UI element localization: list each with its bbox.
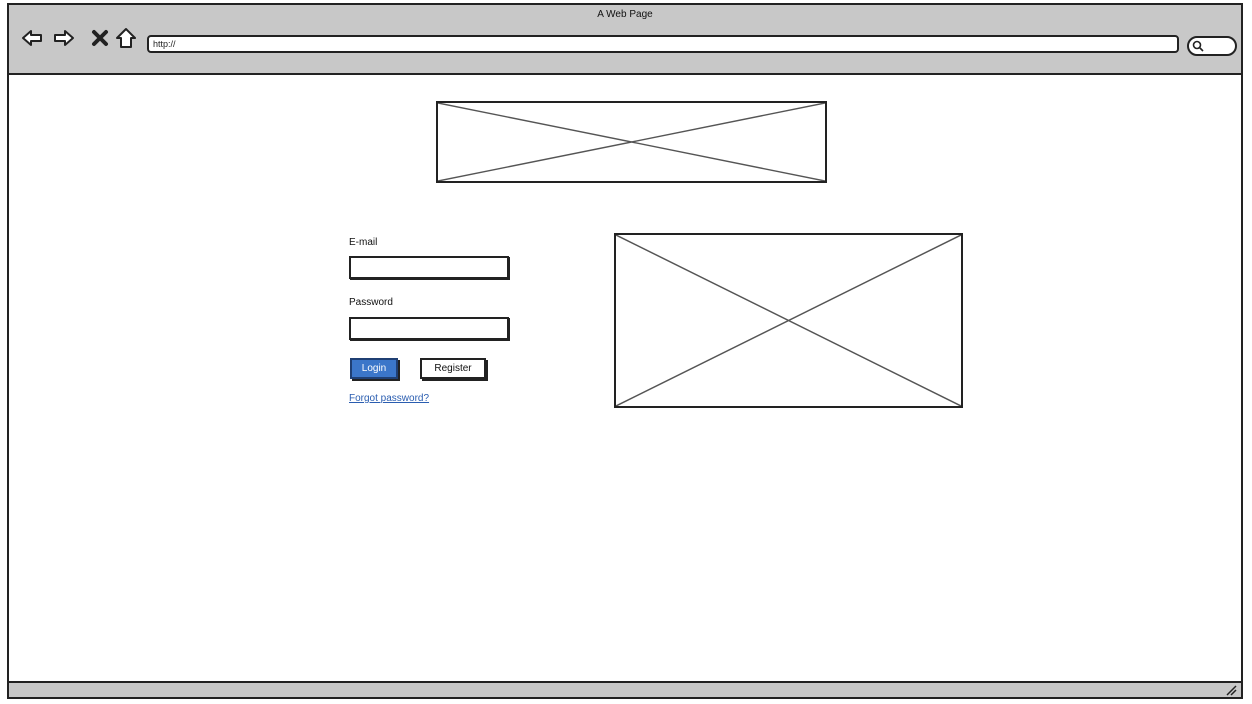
forgot-password-link[interactable]: Forgot password?: [349, 393, 429, 404]
resize-grip-icon[interactable]: [1225, 684, 1237, 696]
stop-icon[interactable]: [89, 27, 111, 49]
email-field[interactable]: [349, 256, 509, 279]
browser-toolbar: A Web Page http://: [9, 5, 1241, 75]
window-title: A Web Page: [597, 9, 653, 20]
password-label: Password: [349, 297, 393, 308]
side-image-placeholder: [614, 233, 963, 408]
back-arrow-icon[interactable]: [21, 27, 43, 49]
email-label: E-mail: [349, 237, 378, 248]
forward-arrow-icon[interactable]: [53, 27, 75, 49]
login-button[interactable]: Login: [350, 358, 398, 379]
home-icon[interactable]: [115, 27, 137, 49]
search-icon: [1192, 40, 1204, 52]
search-button[interactable]: [1187, 36, 1237, 56]
password-field[interactable]: [349, 317, 509, 340]
address-bar[interactable]: http://: [147, 35, 1179, 53]
browser-window: A Web Page http:// E-mail Password Login…: [7, 3, 1243, 699]
header-image-placeholder: [436, 101, 827, 183]
status-bar: [9, 681, 1241, 697]
register-button[interactable]: Register: [420, 358, 486, 379]
